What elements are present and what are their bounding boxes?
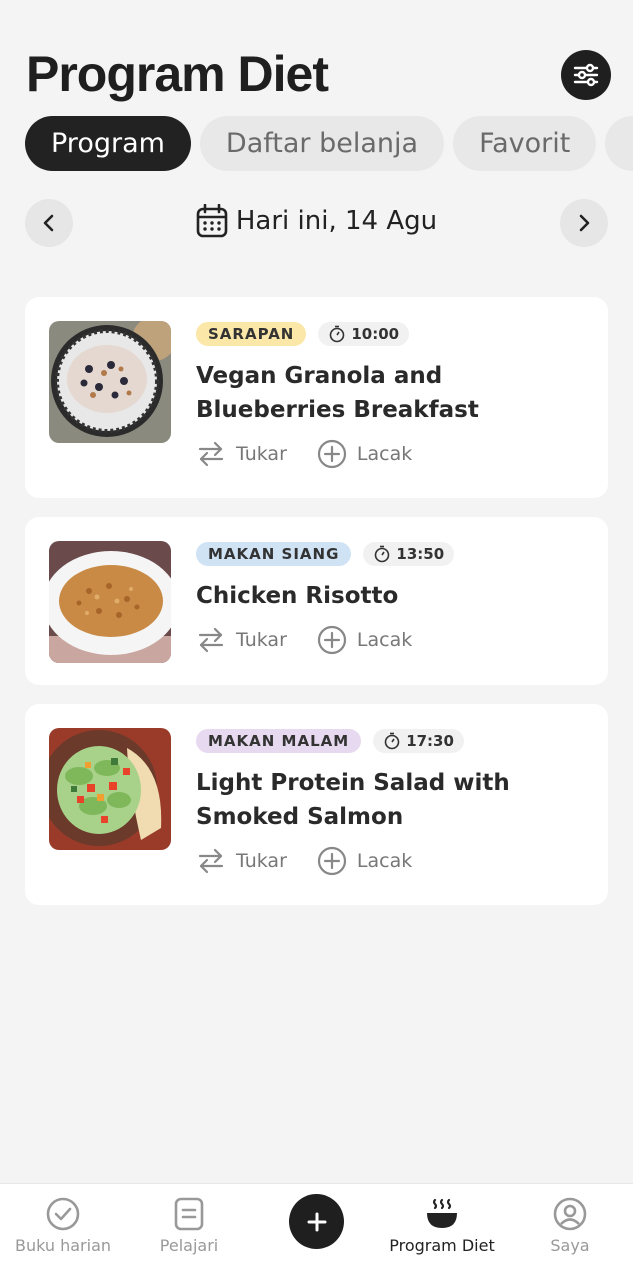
date-label: Hari ini, 14 Agu <box>235 206 438 236</box>
note-icon <box>174 1197 204 1231</box>
swap-button[interactable]: Tukar <box>196 625 287 655</box>
stopwatch-icon <box>330 325 345 343</box>
tab-label: Daftar belanja <box>225 128 419 159</box>
sliders-icon <box>573 63 599 87</box>
meal-card[interactable]: MAKAN MALAM 17:30 Light Protein Salad wi… <box>25 704 608 905</box>
meal-time-label: 17:30 <box>406 732 454 750</box>
meal-time: 17:30 <box>373 729 464 753</box>
nav-label: Program Diet <box>389 1236 495 1255</box>
meal-time-label: 13:50 <box>396 545 445 563</box>
track-button[interactable]: Lacak <box>317 439 412 469</box>
meal-time-label: 10:00 <box>351 325 400 343</box>
date-navigator: Hari ini, 14 Agu <box>25 199 608 249</box>
nav-label: Saya <box>550 1236 590 1255</box>
swap-label: Tukar <box>236 850 287 872</box>
track-label: Lacak <box>356 850 413 872</box>
meal-card[interactable]: MAKAN SIANG 13:50 Chicken Risotto Tukar … <box>25 517 608 685</box>
meal-name: Light Protein Salad with Smoked Salmon <box>196 770 510 830</box>
swap-label: Tukar <box>236 443 287 465</box>
tab-partial[interactable]: Re <box>605 116 633 171</box>
check-circle-icon <box>46 1197 80 1231</box>
tab-shopping-list[interactable]: Daftar belanja <box>199 116 445 171</box>
calendar-icon <box>196 204 228 238</box>
meal-time: 10:00 <box>318 322 410 346</box>
track-label: Lacak <box>356 629 413 651</box>
meal-image-salad <box>49 728 171 850</box>
nav-item-diet-program[interactable]: Program Diet <box>379 1192 505 1255</box>
page-title: Program Diet <box>26 46 329 102</box>
meal-image-risotto <box>49 541 171 663</box>
stopwatch-icon <box>384 732 400 750</box>
nav-label: Pelajari <box>159 1236 219 1255</box>
plus-circle-icon <box>317 846 346 876</box>
plus-circle-icon <box>317 439 346 469</box>
meal-type-badge: MAKAN MALAM <box>196 729 362 753</box>
filter-button[interactable] <box>561 50 611 100</box>
swap-button[interactable]: Tukar <box>196 439 287 469</box>
meal-info: MAKAN SIANG 13:50 Chicken Risotto Tukar … <box>196 541 588 655</box>
meal-card[interactable]: SARAPAN 10:00 Vegan Granola and Blueberr… <box>25 297 608 498</box>
tab-label: Program <box>51 128 165 159</box>
swap-button[interactable]: Tukar <box>196 846 287 876</box>
nav-label: Buku harian <box>14 1236 112 1255</box>
meal-time: 13:50 <box>363 542 455 566</box>
swap-icon <box>198 848 224 874</box>
plus-icon <box>307 1212 326 1231</box>
user-circle-icon <box>553 1197 587 1231</box>
meal-info: SARAPAN 10:00 Vegan Granola and Blueberr… <box>196 321 588 469</box>
plus-circle-icon <box>317 625 346 655</box>
date-display[interactable]: Hari ini, 14 Agu <box>25 204 608 238</box>
tab-program[interactable]: Program <box>25 116 191 171</box>
next-day-button[interactable] <box>560 199 608 247</box>
nav-item-profile[interactable]: Saya <box>507 1192 633 1255</box>
meal-name: Vegan Granola and Blueberries Breakfast <box>196 363 479 423</box>
header: Program Diet <box>26 42 611 106</box>
add-button[interactable] <box>289 1194 344 1249</box>
track-button[interactable]: Lacak <box>317 846 412 876</box>
meal-image-granola <box>49 321 171 443</box>
track-button[interactable]: Lacak <box>317 625 412 655</box>
track-label: Lacak <box>356 443 413 465</box>
meal-name: Chicken Risotto <box>196 583 399 609</box>
tab-favorites[interactable]: Favorit <box>453 116 597 171</box>
meal-info: MAKAN MALAM 17:30 Light Protein Salad wi… <box>196 728 588 876</box>
meal-type-badge: MAKAN SIANG <box>196 542 352 566</box>
swap-icon <box>198 441 224 467</box>
nav-item-learn[interactable]: Pelajari <box>126 1192 252 1255</box>
chevron-right-icon <box>579 214 590 232</box>
bottom-navigation: Buku harian Pelajari Program Diet Saya <box>0 1183 633 1280</box>
swap-icon <box>198 627 224 653</box>
tab-label: Favorit <box>479 128 571 159</box>
swap-label: Tukar <box>236 629 287 651</box>
meal-type-badge: SARAPAN <box>196 322 307 346</box>
steaming-bowl-icon <box>427 1198 457 1228</box>
nav-item-diary[interactable]: Buku harian <box>0 1192 126 1255</box>
tab-bar: Program Daftar belanja Favorit Re <box>25 116 633 172</box>
stopwatch-icon <box>375 545 390 563</box>
